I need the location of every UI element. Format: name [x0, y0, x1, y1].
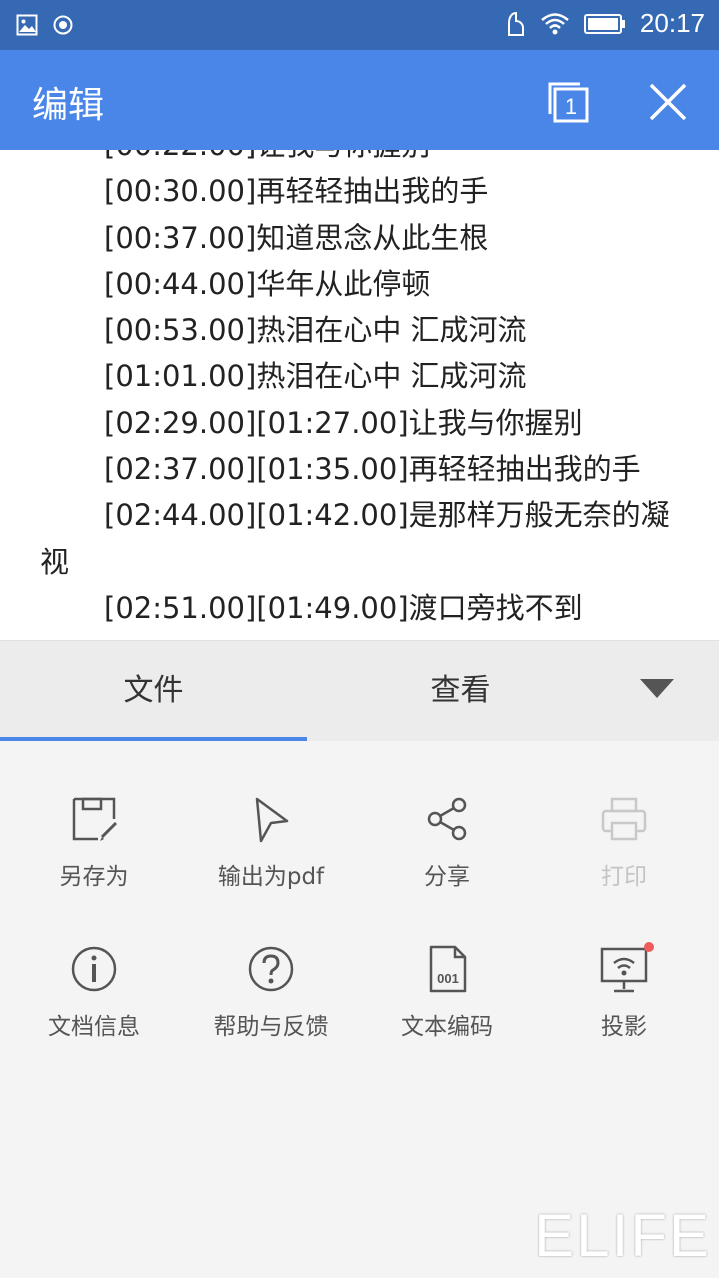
status-left: [16, 14, 74, 36]
text-line[interactable]: [02:44.00][01:42.00]是那样万般无奈的凝: [0, 492, 719, 538]
status-time: 20:17: [639, 8, 705, 38]
notification-icon: [507, 11, 524, 36]
file-encoding-icon: 001: [429, 945, 467, 993]
wifi-icon: [541, 12, 569, 34]
projection-icon: [600, 947, 648, 993]
text-line[interactable]: [00:53.00]热泪在心中 汇成河流: [0, 307, 719, 353]
tab-bar: 文件 查看: [0, 640, 719, 741]
text-encoding-button[interactable]: 001 文本编码: [358, 891, 536, 1040]
save-as-button[interactable]: 另存为: [5, 741, 183, 890]
close-button[interactable]: [646, 80, 690, 124]
page-count-button[interactable]: 1: [546, 80, 590, 124]
project-label: 投影: [601, 1014, 647, 1040]
battery-icon: [583, 13, 625, 34]
share-icon: [427, 797, 467, 841]
text-line[interactable]: [02:51.00][01:49.00]渡口旁找不到: [0, 585, 719, 631]
pages-icon: 1: [548, 82, 589, 123]
encoding-icon-text: 001: [437, 971, 459, 986]
text-line[interactable]: [00:37.00]知道思念从此生根: [0, 215, 719, 261]
text-line[interactable]: [01:01.00]热泪在心中 汇成河流: [0, 353, 719, 399]
tab-file[interactable]: 文件: [0, 641, 307, 741]
app-bar: 编辑 1: [0, 50, 719, 150]
text-line[interactable]: [00:30.00]再轻轻抽出我的手: [0, 168, 719, 214]
save-as-label: 另存为: [59, 864, 129, 890]
page-title: 编辑: [32, 85, 105, 126]
tab-view-label: 查看: [430, 673, 491, 708]
text-line[interactable]: 视: [0, 539, 719, 585]
project-button[interactable]: 投影: [535, 891, 713, 1040]
text-line[interactable]: [00:22.00]让我与你握别: [0, 150, 719, 168]
text-editor[interactable]: [00:22.00]让我与你握别 [00:30.00]再轻轻抽出我的手 [00:…: [0, 150, 719, 640]
status-bar: 20:17: [0, 0, 719, 50]
close-icon: [649, 83, 687, 121]
image-icon: [16, 14, 38, 36]
status-right: 20:17: [504, 8, 705, 39]
record-icon: [53, 15, 73, 35]
share-button[interactable]: 分享: [358, 741, 536, 890]
text-line[interactable]: [02:37.00][01:35.00]再轻轻抽出我的手: [0, 446, 719, 492]
help-feedback-label: 帮助与反馈: [213, 1014, 329, 1040]
watermark: ELIFE: [534, 1202, 711, 1269]
tab-file-label: 文件: [123, 673, 184, 708]
editor-content: [00:22.00]让我与你握别 [00:30.00]再轻轻抽出我的手 [00:…: [0, 150, 719, 631]
export-pdf-icon: [255, 797, 289, 843]
text-line[interactable]: [00:44.00]华年从此停顿: [0, 261, 719, 307]
export-pdf-label: 输出为pdf: [217, 864, 325, 890]
help-icon: [248, 946, 294, 992]
info-icon: [71, 946, 117, 992]
page-count: 1: [565, 94, 577, 119]
text-encoding-label: 文本编码: [401, 1014, 493, 1040]
print-button[interactable]: 打印: [535, 741, 713, 890]
export-pdf-button[interactable]: 输出为pdf: [182, 741, 360, 890]
print-label: 打印: [601, 864, 647, 890]
share-label: 分享: [424, 864, 470, 890]
print-icon: [601, 797, 647, 841]
file-menu: 另存为 输出为pdf 分享 打印 文档信息 帮助与反馈 001 文本编码 投影: [0, 741, 719, 1278]
doc-info-button[interactable]: 文档信息: [5, 891, 183, 1040]
doc-info-label: 文档信息: [48, 1014, 140, 1040]
help-feedback-button[interactable]: 帮助与反馈: [182, 891, 360, 1040]
text-line[interactable]: [02:29.00][01:27.00]让我与你握别: [0, 400, 719, 446]
notification-badge-icon: [644, 942, 654, 952]
tab-view[interactable]: 查看: [307, 641, 614, 741]
save-as-icon: [72, 797, 118, 841]
chevron-down-icon[interactable]: [640, 679, 674, 698]
